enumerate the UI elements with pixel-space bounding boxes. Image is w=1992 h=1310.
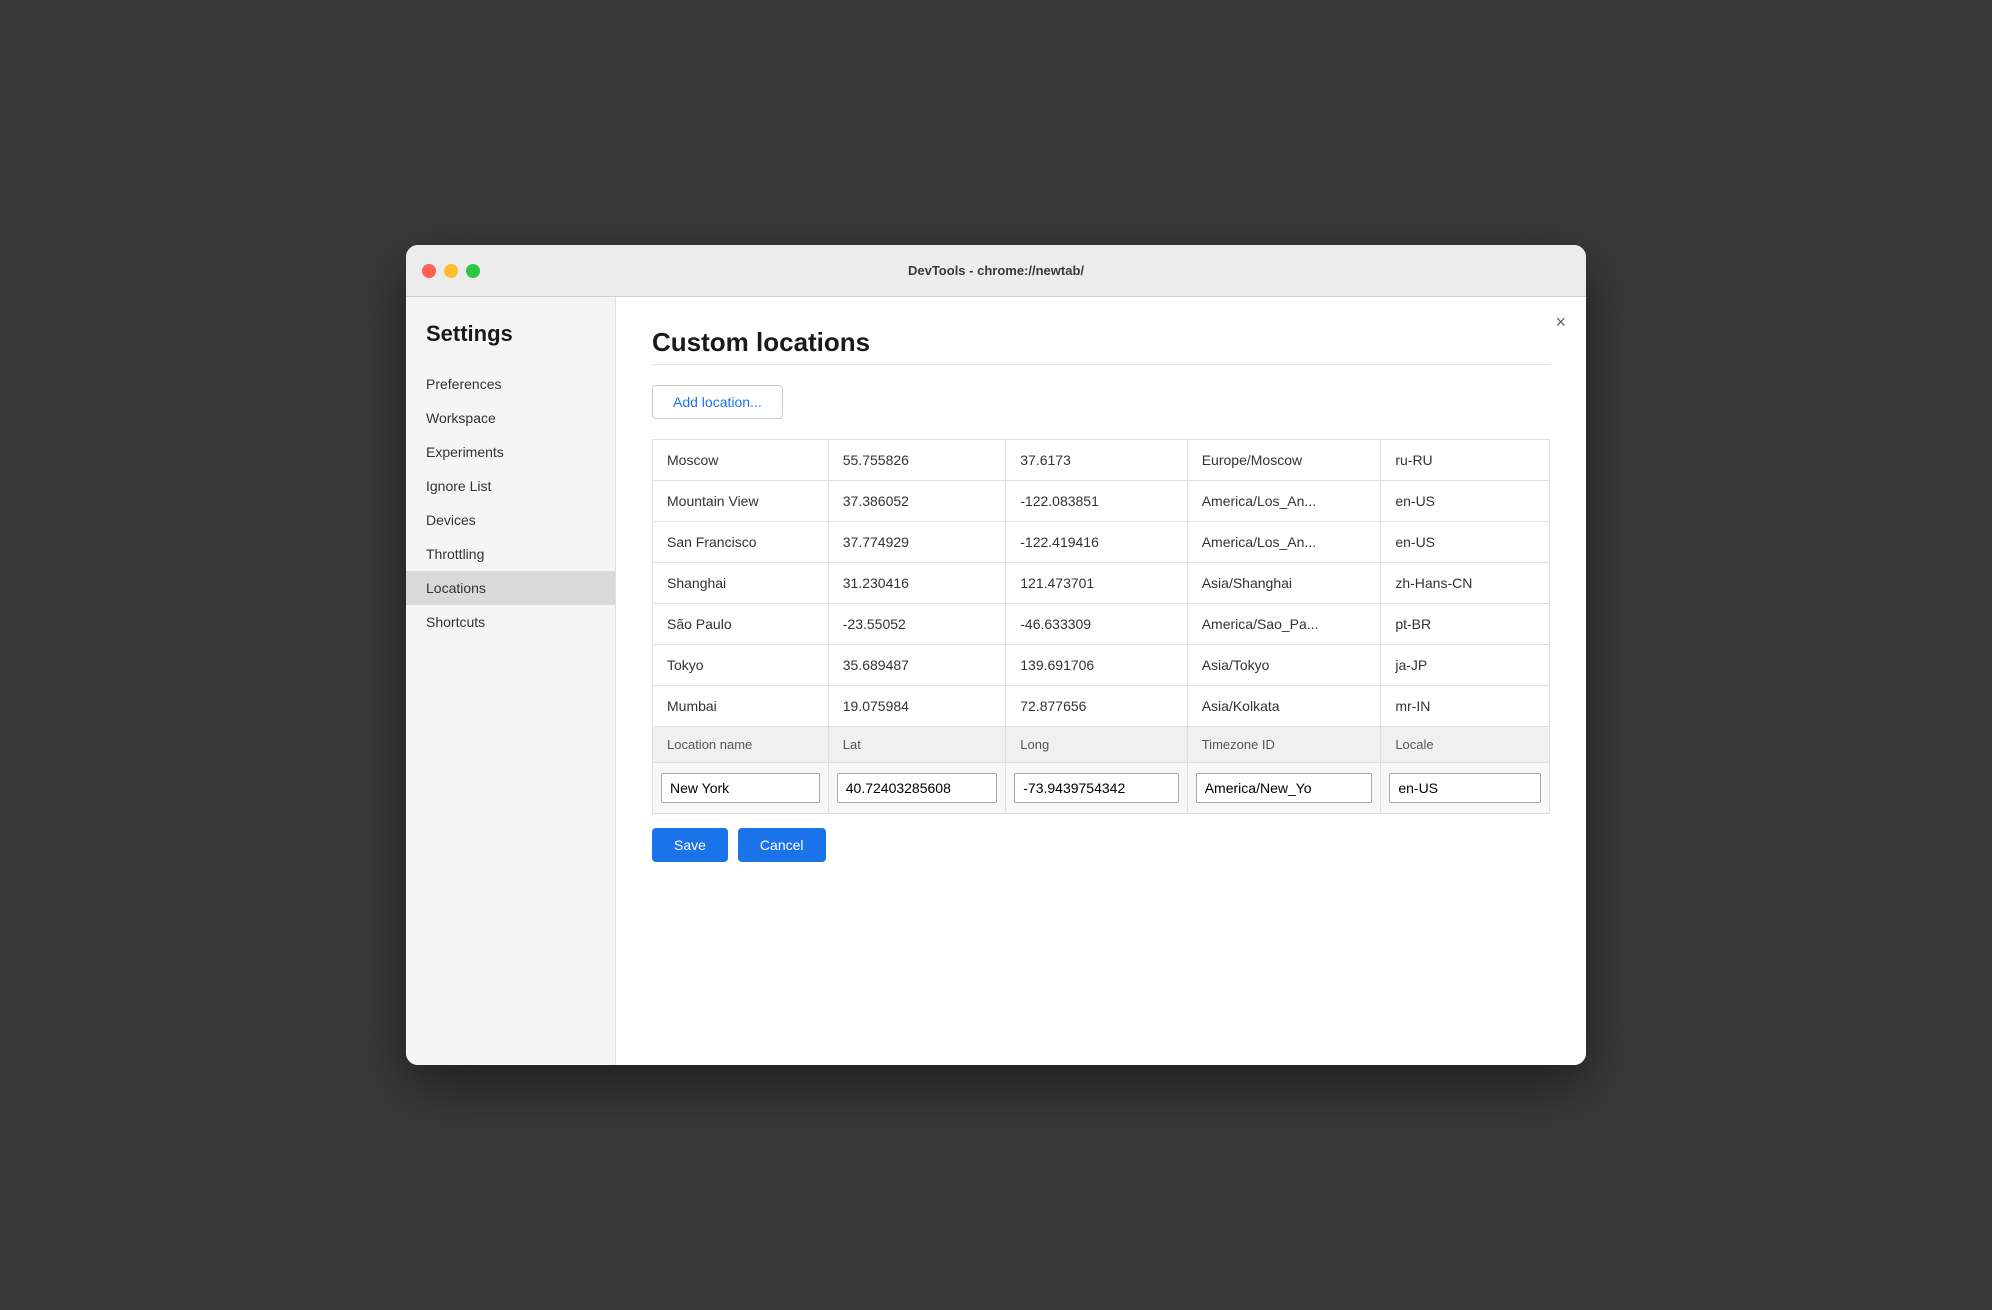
close-window-button[interactable]	[422, 264, 436, 278]
location-lng-input[interactable]	[1014, 773, 1178, 803]
lat-input-cell	[828, 763, 1006, 814]
timezone-input-cell	[1187, 763, 1381, 814]
location-name-input[interactable]	[661, 773, 820, 803]
location-locale-cell: zh-Hans-CN	[1381, 563, 1550, 604]
location-lat-input[interactable]	[837, 773, 998, 803]
location-name-cell: Moscow	[653, 440, 829, 481]
col-header-lng: Long	[1006, 727, 1187, 763]
cancel-button[interactable]: Cancel	[738, 828, 826, 862]
page-title: Custom locations	[652, 327, 1550, 358]
main-content: × Custom locations Add location... Mosco…	[616, 297, 1586, 1065]
location-name-cell: São Paulo	[653, 604, 829, 645]
location-locale-cell: ja-JP	[1381, 645, 1550, 686]
window-controls	[422, 264, 480, 278]
location-timezone-cell: Asia/Kolkata	[1187, 686, 1381, 727]
sidebar-item-locations[interactable]: Locations	[406, 571, 615, 605]
table-row: Shanghai 31.230416 121.473701 Asia/Shang…	[653, 563, 1550, 604]
sidebar: Settings Preferences Workspace Experimen…	[406, 297, 616, 1065]
sidebar-item-throttling[interactable]: Throttling	[406, 537, 615, 571]
location-timezone-cell: Asia/Shanghai	[1187, 563, 1381, 604]
location-lng-cell: 37.6173	[1006, 440, 1187, 481]
location-lat-cell: 31.230416	[828, 563, 1006, 604]
locale-input-cell	[1381, 763, 1550, 814]
table-row: São Paulo -23.55052 -46.633309 America/S…	[653, 604, 1550, 645]
location-timezone-cell: America/Los_An...	[1187, 481, 1381, 522]
table-row: Mumbai 19.075984 72.877656 Asia/Kolkata …	[653, 686, 1550, 727]
location-lat-cell: -23.55052	[828, 604, 1006, 645]
location-locale-cell: ru-RU	[1381, 440, 1550, 481]
sidebar-item-experiments[interactable]: Experiments	[406, 435, 615, 469]
maximize-window-button[interactable]	[466, 264, 480, 278]
location-lng-cell: 139.691706	[1006, 645, 1187, 686]
title-divider	[652, 364, 1550, 365]
form-input-row	[653, 763, 1550, 814]
form-header-row: Location name Lat Long Timezone ID Local…	[653, 727, 1550, 763]
close-panel-button[interactable]: ×	[1555, 313, 1566, 331]
location-name-cell: Mountain View	[653, 481, 829, 522]
window-title: DevTools - chrome://newtab/	[908, 263, 1084, 278]
table-row: Mountain View 37.386052 -122.083851 Amer…	[653, 481, 1550, 522]
location-timezone-cell: America/Los_An...	[1187, 522, 1381, 563]
location-lat-cell: 35.689487	[828, 645, 1006, 686]
location-name-cell: Mumbai	[653, 686, 829, 727]
table-row: San Francisco 37.774929 -122.419416 Amer…	[653, 522, 1550, 563]
table-row: Tokyo 35.689487 139.691706 Asia/Tokyo ja…	[653, 645, 1550, 686]
location-locale-cell: en-US	[1381, 522, 1550, 563]
location-lng-cell: -46.633309	[1006, 604, 1187, 645]
table-row: Moscow 55.755826 37.6173 Europe/Moscow r…	[653, 440, 1550, 481]
sidebar-item-ignore-list[interactable]: Ignore List	[406, 469, 615, 503]
form-actions: Save Cancel	[652, 828, 1550, 862]
sidebar-item-preferences[interactable]: Preferences	[406, 367, 615, 401]
location-lat-cell: 37.774929	[828, 522, 1006, 563]
location-timezone-cell: America/Sao_Pa...	[1187, 604, 1381, 645]
sidebar-title: Settings	[406, 321, 615, 367]
location-locale-input[interactable]	[1389, 773, 1541, 803]
location-timezone-input[interactable]	[1196, 773, 1373, 803]
col-header-name: Location name	[653, 727, 829, 763]
devtools-window: DevTools - chrome://newtab/ Settings Pre…	[406, 245, 1586, 1065]
location-timezone-cell: Asia/Tokyo	[1187, 645, 1381, 686]
sidebar-item-workspace[interactable]: Workspace	[406, 401, 615, 435]
location-name-cell: Shanghai	[653, 563, 829, 604]
save-button[interactable]: Save	[652, 828, 728, 862]
window-body: Settings Preferences Workspace Experimen…	[406, 297, 1586, 1065]
location-locale-cell: en-US	[1381, 481, 1550, 522]
col-header-lat: Lat	[828, 727, 1006, 763]
titlebar: DevTools - chrome://newtab/	[406, 245, 1586, 297]
col-header-locale: Locale	[1381, 727, 1550, 763]
sidebar-item-devices[interactable]: Devices	[406, 503, 615, 537]
location-name-cell: Tokyo	[653, 645, 829, 686]
location-lng-cell: -122.083851	[1006, 481, 1187, 522]
location-lat-cell: 55.755826	[828, 440, 1006, 481]
minimize-window-button[interactable]	[444, 264, 458, 278]
sidebar-item-shortcuts[interactable]: Shortcuts	[406, 605, 615, 639]
col-header-timezone: Timezone ID	[1187, 727, 1381, 763]
location-timezone-cell: Europe/Moscow	[1187, 440, 1381, 481]
locations-table: Moscow 55.755826 37.6173 Europe/Moscow r…	[652, 439, 1550, 814]
location-name-cell: San Francisco	[653, 522, 829, 563]
location-lng-cell: -122.419416	[1006, 522, 1187, 563]
location-locale-cell: pt-BR	[1381, 604, 1550, 645]
location-lat-cell: 19.075984	[828, 686, 1006, 727]
name-input-cell	[653, 763, 829, 814]
location-lng-cell: 72.877656	[1006, 686, 1187, 727]
location-locale-cell: mr-IN	[1381, 686, 1550, 727]
location-lat-cell: 37.386052	[828, 481, 1006, 522]
add-location-button[interactable]: Add location...	[652, 385, 783, 419]
lng-input-cell	[1006, 763, 1187, 814]
location-lng-cell: 121.473701	[1006, 563, 1187, 604]
